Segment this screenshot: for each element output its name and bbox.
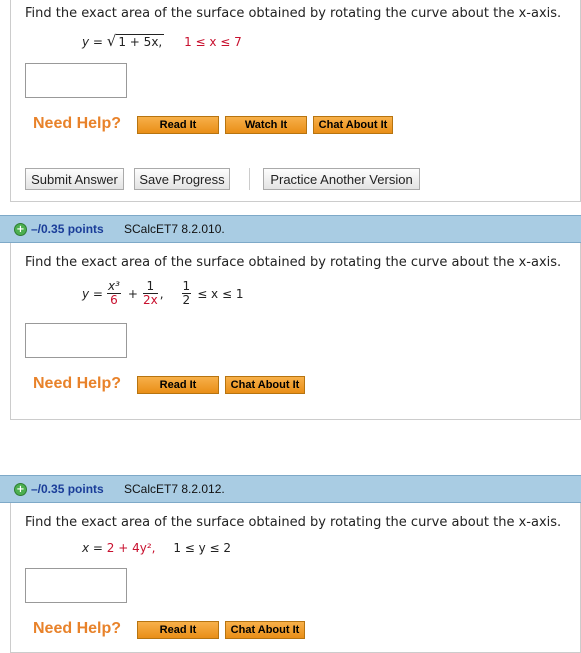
chat-about-it-button[interactable]: Chat About It xyxy=(225,376,305,394)
need-help-label: Need Help? xyxy=(33,115,122,132)
need-help-label: Need Help? xyxy=(33,620,122,637)
question-id: SCalcET7 8.2.010. xyxy=(124,222,225,236)
fraction-denominator: 6 xyxy=(110,293,118,307)
equation-rhs: 2 + 4y², xyxy=(106,541,156,555)
fraction: 1 2x xyxy=(142,280,158,307)
fraction-denominator: 2 xyxy=(182,293,191,307)
read-it-button[interactable]: Read It xyxy=(137,621,219,639)
equation-range: 1 ≤ y ≤ 2 xyxy=(173,541,232,555)
submit-answer-button[interactable]: Submit Answer xyxy=(25,168,124,190)
question-prompt: Find the exact area of the surface obtai… xyxy=(25,515,562,530)
watch-it-button[interactable]: Watch It xyxy=(225,116,307,134)
question-id: SCalcET7 8.2.012. xyxy=(124,482,225,496)
answer-input[interactable] xyxy=(25,63,127,98)
equation: y = √ 1 + 5x, 1 ≤ x ≤ 7 xyxy=(82,32,242,50)
question-prompt: Find the exact area of the surface obtai… xyxy=(25,255,562,270)
equation-range: ≤ x ≤ 1 xyxy=(197,286,244,301)
equation-lhs: x = xyxy=(82,541,107,555)
chat-about-it-button[interactable]: Chat About It xyxy=(313,116,393,134)
read-it-button[interactable]: Read It xyxy=(137,116,219,134)
fraction-numerator: 1 xyxy=(142,280,158,294)
points-label: –/0.35 points xyxy=(31,222,104,236)
answer-input[interactable] xyxy=(25,323,127,358)
sqrt-icon: √ xyxy=(106,32,117,50)
chat-about-it-button[interactable]: Chat About It xyxy=(225,621,305,639)
answer-input[interactable] xyxy=(25,568,127,603)
sqrt-body: 1 + 5x, xyxy=(116,34,165,49)
fraction-numerator: x³ xyxy=(106,279,121,294)
equation-range: 1 ≤ x ≤ 7 xyxy=(184,35,242,49)
fraction-numerator: 1 xyxy=(181,279,192,294)
equation: y = x³ 6 + 1 2x , 1 2 ≤ x ≤ 1 xyxy=(82,280,243,307)
plus-sign: + xyxy=(127,286,138,301)
fraction-denominator: 2x xyxy=(142,293,158,307)
expand-plus-icon[interactable]: + xyxy=(14,483,27,496)
need-help-label: Need Help? xyxy=(33,375,122,392)
fraction: x³ 6 xyxy=(106,279,121,307)
equation-lhs: y = xyxy=(82,35,107,49)
read-it-button[interactable]: Read It xyxy=(137,376,219,394)
question-prompt: Find the exact area of the surface obtai… xyxy=(25,6,562,21)
expand-plus-icon[interactable]: + xyxy=(14,223,27,236)
points-label: –/0.35 points xyxy=(31,482,104,496)
practice-another-version-button[interactable]: Practice Another Version xyxy=(263,168,420,190)
equation: x = 2 + 4y², 1 ≤ y ≤ 2 xyxy=(82,541,231,555)
save-progress-button[interactable]: Save Progress xyxy=(134,168,230,190)
range-fraction: 1 2 xyxy=(181,279,192,307)
button-divider xyxy=(249,168,250,190)
comma: , xyxy=(159,286,164,301)
equation-lhs: y = xyxy=(82,286,103,301)
